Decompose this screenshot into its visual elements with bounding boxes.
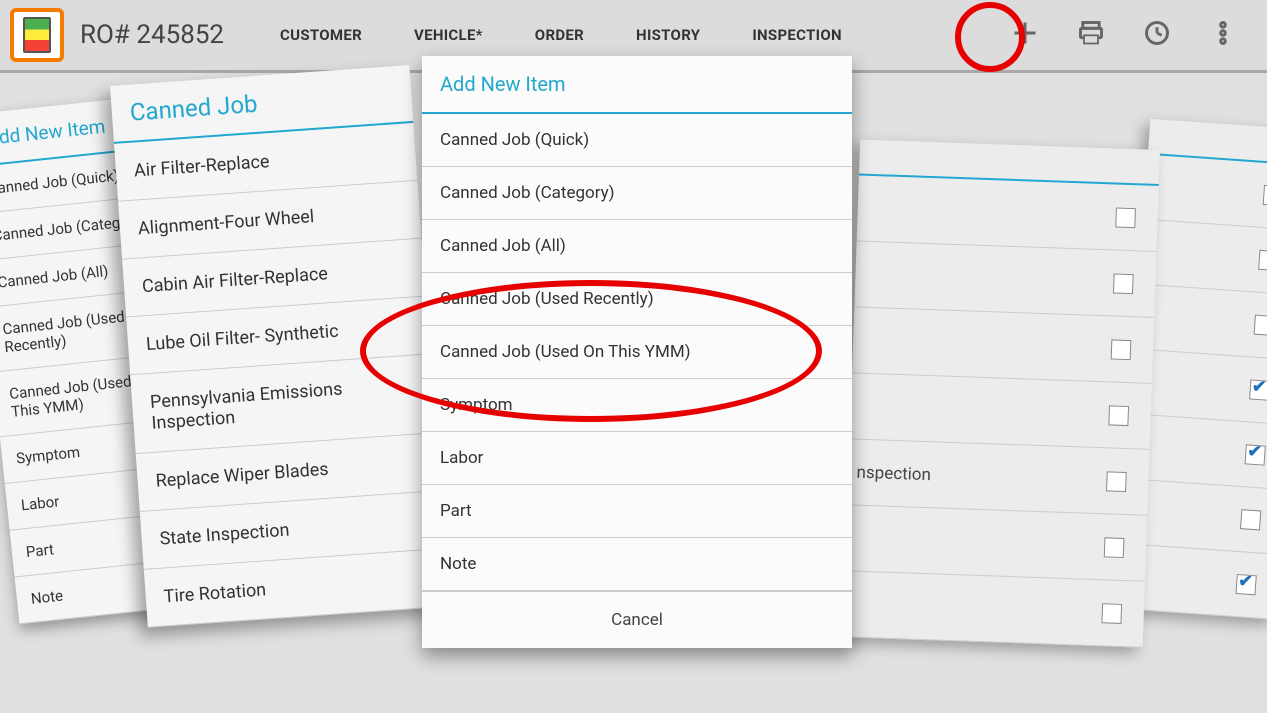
annotation-ellipse-rows bbox=[360, 280, 822, 422]
list-item[interactable] bbox=[1139, 220, 1267, 296]
overflow-menu-icon[interactable] bbox=[1209, 19, 1237, 51]
list-item[interactable] bbox=[857, 176, 1159, 252]
list-item[interactable] bbox=[852, 307, 1154, 383]
clock-icon[interactable] bbox=[1143, 19, 1171, 51]
top-icons bbox=[1011, 19, 1267, 51]
list-item[interactable] bbox=[843, 571, 1145, 647]
checkbox-icon[interactable] bbox=[1263, 185, 1267, 206]
cancel-button[interactable]: Cancel bbox=[422, 591, 852, 648]
right-front-panel: nspection bbox=[843, 140, 1160, 648]
checkbox-icon[interactable] bbox=[1111, 339, 1132, 360]
checkbox-icon[interactable] bbox=[1113, 273, 1134, 294]
list-item[interactable] bbox=[845, 505, 1147, 581]
checkbox-icon[interactable] bbox=[1101, 603, 1122, 624]
checkbox-icon[interactable] bbox=[1115, 207, 1136, 228]
checkbox-icon[interactable] bbox=[1258, 250, 1267, 271]
app-logo bbox=[10, 8, 64, 62]
menu-item-part[interactable]: Part bbox=[422, 485, 852, 538]
checkbox-icon[interactable] bbox=[1104, 537, 1125, 558]
list-item[interactable] bbox=[854, 241, 1156, 317]
list-item[interactable] bbox=[850, 373, 1152, 449]
print-icon[interactable] bbox=[1077, 19, 1105, 51]
checkbox-icon[interactable] bbox=[1254, 315, 1267, 336]
tab-customer[interactable]: CUSTOMER bbox=[254, 0, 388, 70]
list-item[interactable]: nspection bbox=[847, 439, 1149, 515]
menu-item-note[interactable]: Note bbox=[422, 538, 852, 591]
menu-item-canned-all[interactable]: Canned Job (All) bbox=[422, 220, 852, 273]
menu-item-canned-quick[interactable]: Canned Job (Quick) bbox=[422, 114, 852, 167]
list-item[interactable] bbox=[1143, 155, 1267, 231]
ro-number: RO# 245852 bbox=[80, 20, 224, 50]
panel-title: Add New Item bbox=[422, 56, 852, 114]
annotation-circle-add bbox=[955, 2, 1025, 72]
checkbox-icon[interactable] bbox=[1108, 405, 1129, 426]
menu-item-canned-category[interactable]: Canned Job (Category) bbox=[422, 167, 852, 220]
checkbox-icon[interactable] bbox=[1249, 379, 1267, 400]
checkbox-icon[interactable] bbox=[1106, 471, 1127, 492]
checkbox-icon[interactable] bbox=[1245, 444, 1266, 465]
checkbox-icon[interactable] bbox=[1240, 509, 1261, 530]
checkbox-icon[interactable] bbox=[1235, 574, 1256, 595]
list-item-label: nspection bbox=[856, 462, 931, 485]
menu-item-labor[interactable]: Labor bbox=[422, 432, 852, 485]
